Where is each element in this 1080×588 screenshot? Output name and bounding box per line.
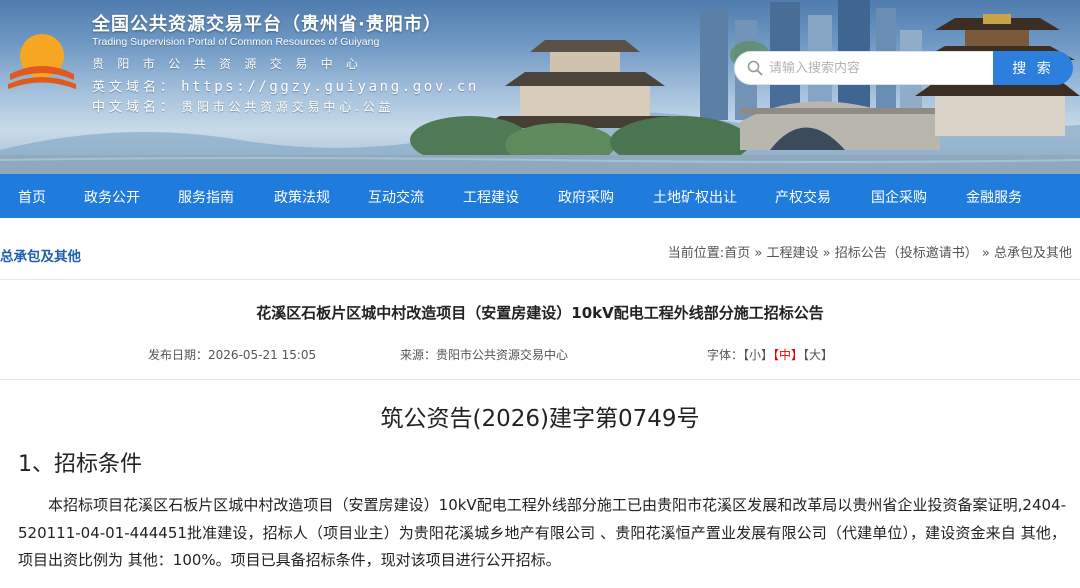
header-banner: 全国公共资源交易平台（贵州省·贵阳市） Trading Supervision … xyxy=(0,0,1080,174)
search-box xyxy=(734,51,996,85)
site-logo[interactable] xyxy=(4,22,80,98)
nav-item-construction[interactable]: 工程建设 xyxy=(463,187,519,207)
search-icon xyxy=(747,60,763,76)
publish-date-label: 发布日期： xyxy=(148,348,209,362)
section-heading-bidding-conditions: 1、招标条件 xyxy=(18,452,142,477)
section-title: 总承包及其他 xyxy=(0,249,81,265)
nav-item-government-procurement[interactable]: 政府采购 xyxy=(558,187,614,207)
nav-item-home[interactable]: 首页 xyxy=(18,187,46,207)
breadcrumb: 当前位置:首页 » 工程建设 » 招标公告（投标邀请书） » 总承包及其他 xyxy=(668,242,1072,261)
article-source: 来源：贵阳市公共资源交易中心 xyxy=(400,346,568,363)
breadcrumb-separator: » xyxy=(754,246,763,261)
breadcrumb-link-home[interactable]: 首页 xyxy=(724,246,750,261)
nav-item-government-affairs[interactable]: 政务公开 xyxy=(84,187,140,207)
source-value: 贵阳市公共资源交易中心 xyxy=(436,348,569,362)
publish-date: 发布日期：2026-05-21 15:05 xyxy=(148,346,316,363)
en-domain-label: 英文域名： xyxy=(92,80,178,95)
divider xyxy=(0,379,1080,380)
breadcrumb-link-tender-notice[interactable]: 招标公告（投标邀请书） xyxy=(835,246,978,261)
breadcrumb-link-construction[interactable]: 工程建设 xyxy=(766,246,818,261)
publish-date-value: 2026-05-21 15:05 xyxy=(208,348,317,362)
nav-item-service-guide[interactable]: 服务指南 xyxy=(178,187,234,207)
nav-item-financial-services[interactable]: 金融服务 xyxy=(966,187,1022,207)
site-subtitle: Trading Supervision Portal of Common Res… xyxy=(92,36,380,48)
nav-item-property-rights[interactable]: 产权交易 xyxy=(775,187,831,207)
breadcrumb-prefix: 当前位置: xyxy=(667,246,725,261)
document-number: 筑公资告(2026)建字第0749号 xyxy=(380,406,700,432)
search-button[interactable]: 搜 索 xyxy=(993,51,1073,85)
en-domain-link[interactable]: https://ggzy.guiyang.gov.cn xyxy=(181,79,479,95)
cn-domain-link[interactable]: 贵阳市公共资源交易中心.公益 xyxy=(181,100,394,114)
site-title: 全国公共资源交易平台（贵州省·贵阳市） xyxy=(92,14,442,35)
font-size-label: 字体： xyxy=(707,348,744,362)
source-label: 来源： xyxy=(400,348,437,362)
cn-domain-label: 中文域名： xyxy=(92,100,178,115)
nav-item-soe-procurement[interactable]: 国企采购 xyxy=(871,187,927,207)
breadcrumb-separator: » xyxy=(822,246,831,261)
site-org-name: 贵阳市公共资源交易中心 xyxy=(92,57,372,71)
search-input[interactable] xyxy=(769,60,989,76)
main-nav: 首页 政务公开 服务指南 政策法规 互动交流 工程建设 政府采购 土地矿权出让 … xyxy=(0,174,1080,218)
cn-domain-row: 中文域名： 贵阳市公共资源交易中心.公益 xyxy=(92,96,394,115)
bidding-conditions-paragraph: 本招标项目花溪区石板片区城中村改造项目（安置房建设）10kV配电工程外线部分施工… xyxy=(18,496,1066,569)
breadcrumb-bar: 总承包及其他 当前位置:首页 » 工程建设 » 招标公告（投标邀请书） » 总承… xyxy=(0,218,1080,280)
en-domain-row: 英文域名： https://ggzy.guiyang.gov.cn xyxy=(92,76,479,95)
font-size-controls: 字体：【小】【中】【大】 xyxy=(707,346,833,363)
nav-item-policies[interactable]: 政策法规 xyxy=(274,187,330,207)
font-size-small-button[interactable]: 【小】 xyxy=(743,348,773,362)
font-size-medium-button[interactable]: 【中】 xyxy=(773,348,803,362)
font-size-large-button[interactable]: 【大】 xyxy=(803,348,833,362)
article-title: 花溪区石板片区城中村改造项目（安置房建设）10kV配电工程外线部分施工招标公告 xyxy=(256,304,824,322)
nav-item-land-mining[interactable]: 土地矿权出让 xyxy=(653,187,737,207)
nav-item-interaction[interactable]: 互动交流 xyxy=(368,187,424,207)
breadcrumb-link-general-contracting[interactable]: 总承包及其他 xyxy=(994,246,1072,261)
breadcrumb-separator: » xyxy=(981,246,990,261)
